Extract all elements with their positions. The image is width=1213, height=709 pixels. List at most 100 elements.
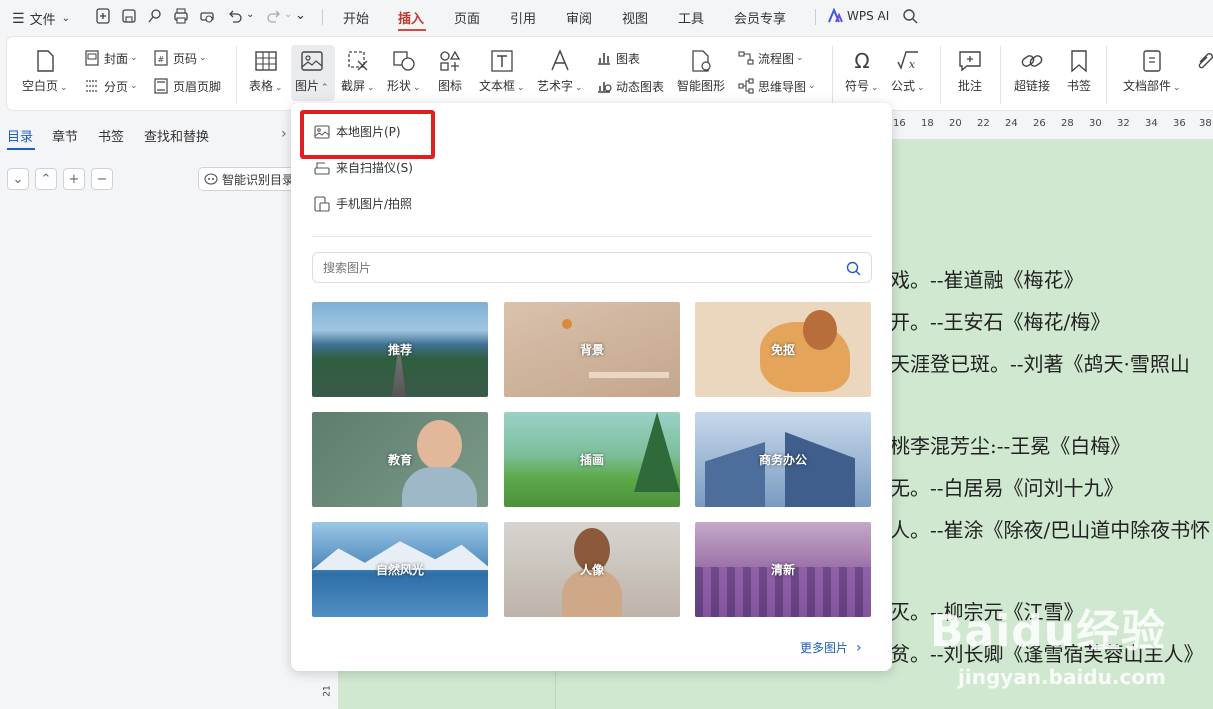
save-icon[interactable] [121, 8, 137, 24]
cover-icon [85, 50, 99, 66]
tab-page[interactable]: 页面 [454, 8, 480, 27]
table-label: 表格 [249, 79, 274, 93]
comment-button[interactable]: 批注 [957, 48, 983, 94]
wps-ai-button[interactable]: WPS AI [827, 8, 889, 24]
phone-picture-item[interactable]: 手机图片/拍照 [314, 195, 412, 212]
tab-bookmarks[interactable]: 书签 [98, 126, 124, 145]
ruler-number: 21 [322, 685, 333, 697]
table-button[interactable]: 表格 ⌄ [249, 48, 283, 94]
mindmap-button[interactable]: 思维导图 ⌄ [738, 76, 816, 96]
tab-home[interactable]: 开始 [343, 8, 369, 27]
chart-button[interactable]: 图表 [596, 48, 640, 68]
category-label: 推荐 [387, 343, 412, 357]
more-ribbon-button[interactable] [1192, 48, 1213, 77]
format-painter-icon[interactable] [147, 8, 163, 24]
scanner-item[interactable]: 来自扫描仪(S) [314, 159, 413, 176]
search-icon[interactable] [846, 261, 861, 276]
page-break-button[interactable]: 分页 ⌄ [84, 76, 138, 96]
flowchart-icon [738, 51, 754, 65]
more-pictures-link[interactable]: 更多图片 › [800, 639, 862, 656]
cover-button[interactable]: 封面 ⌄ [84, 48, 138, 68]
category-tile-fresh[interactable]: 清新 [695, 522, 871, 617]
blank-page-button[interactable]: 空白页 ⌄ [22, 48, 68, 94]
tab-toc[interactable]: 目录 [7, 126, 33, 145]
category-tile-nature[interactable]: 自然风光 [312, 522, 488, 617]
more-chevron-icon[interactable]: ⌄ [295, 8, 306, 23]
screenshot-button[interactable]: 截屏 ⌄ [341, 48, 375, 94]
chevron-right-icon: › [856, 639, 862, 656]
category-tile-portrait[interactable]: 人像 [504, 522, 680, 617]
tab-insert[interactable]: 插入 [398, 8, 424, 27]
print-icon[interactable] [173, 8, 189, 24]
tab-sections[interactable]: 章节 [52, 126, 78, 145]
symbol-button[interactable]: Ω 符号 ⌄ [845, 48, 879, 94]
dynamic-chart-button[interactable]: 动态图表 [596, 76, 664, 96]
new-doc-icon[interactable] [95, 8, 111, 24]
smart-shape-icon [692, 50, 711, 72]
header-footer-button[interactable]: 页眉页脚 [153, 76, 221, 96]
ball-graphic [562, 319, 572, 329]
expand-up-button[interactable]: ⌃ [35, 168, 57, 190]
tab-tools[interactable]: 工具 [678, 8, 704, 27]
collapse-button[interactable]: ⌄ [7, 168, 29, 190]
chevron-down-icon: ⌄ [1173, 83, 1181, 93]
print-preview-icon[interactable] [199, 8, 215, 24]
shape-button[interactable]: 形状 ⌄ [387, 48, 421, 94]
category-label: 背景 [579, 343, 604, 357]
page-number-button[interactable]: # 页码 ⌄ [153, 48, 207, 68]
wordart-button[interactable]: 艺术字 ⌄ [537, 48, 583, 94]
tab-review[interactable]: 审阅 [566, 8, 592, 27]
textbox-button[interactable]: 文本框 ⌄ [479, 48, 525, 94]
category-tile-cutout[interactable]: 免抠 [695, 302, 871, 397]
divider [940, 46, 941, 104]
page-break-icon [86, 80, 98, 92]
category-label: 自然风光 [375, 563, 424, 577]
bookmark-button[interactable]: 书签 [1066, 48, 1092, 94]
tab-find-replace[interactable]: 查找和替换 [144, 126, 209, 145]
wps-ai-icon [828, 8, 843, 23]
chevron-down-icon[interactable]: ⌄ [284, 9, 292, 20]
file-menu-button[interactable]: ☰ 文件 ⌄ [12, 9, 70, 29]
chevron-down-icon: ⌄ [61, 13, 70, 24]
comment-icon [959, 51, 981, 72]
redo-icon[interactable] [266, 8, 282, 24]
picture-button[interactable]: 图片 ⌃ [295, 48, 329, 94]
smart-toc-label: 智能识别目录 [222, 172, 295, 187]
tab-view[interactable]: 视图 [622, 8, 648, 27]
tab-member[interactable]: 会员专享 [734, 8, 786, 27]
flowchart-button[interactable]: 流程图 ⌄ [738, 48, 804, 68]
doc-text-line: 开。--王安石《梅花/梅》 [890, 310, 1111, 334]
remove-heading-button[interactable]: − [91, 168, 113, 190]
add-heading-button[interactable]: + [63, 168, 85, 190]
chevron-right-icon[interactable]: › [281, 126, 287, 142]
chevron-down-icon[interactable]: ⌄ [246, 9, 254, 20]
doc-parts-button[interactable]: 文档部件 ⌄ [1123, 48, 1181, 94]
picture-search-box[interactable] [312, 252, 872, 283]
category-tile-background[interactable]: 背景 [504, 302, 680, 397]
icons-library-icon [440, 50, 461, 71]
dynamic-chart-icon [598, 82, 612, 93]
picture-search-input[interactable] [323, 258, 823, 278]
smart-shape-button[interactable]: 智能图形 [677, 48, 725, 94]
category-tile-business[interactable]: 商务办公 [695, 412, 871, 507]
smart-icon [204, 173, 218, 185]
undo-icon[interactable] [227, 8, 243, 24]
doc-text-line: 桃李混芳尘:--王冕《白梅》 [890, 434, 1131, 458]
search-icon[interactable] [902, 8, 918, 24]
scanner-label: 来自扫描仪(S) [336, 161, 413, 175]
screenshot-label: 截屏 [341, 79, 366, 93]
category-tile-education[interactable]: 教育 [312, 412, 488, 507]
icon-button[interactable]: 图标 [437, 48, 463, 94]
cover-label: 封面 [104, 51, 129, 66]
highlight-annotation-box [300, 110, 435, 159]
doc-text-line: 天涯登已斑。--刘著《鸪天·雪照山 [890, 352, 1190, 376]
formula-button[interactable]: x 公式 ⌄ [891, 48, 925, 94]
hyperlink-button[interactable]: 超链接 [1014, 48, 1050, 94]
tab-references[interactable]: 引用 [510, 8, 536, 27]
ruler-number: 30 [1089, 118, 1102, 129]
ruler-number: 18 [921, 118, 934, 129]
category-label: 插画 [579, 453, 604, 467]
table-icon [255, 51, 277, 71]
category-tile-recommended[interactable]: 推荐 [312, 302, 488, 397]
category-tile-illustration[interactable]: 插画 [504, 412, 680, 507]
